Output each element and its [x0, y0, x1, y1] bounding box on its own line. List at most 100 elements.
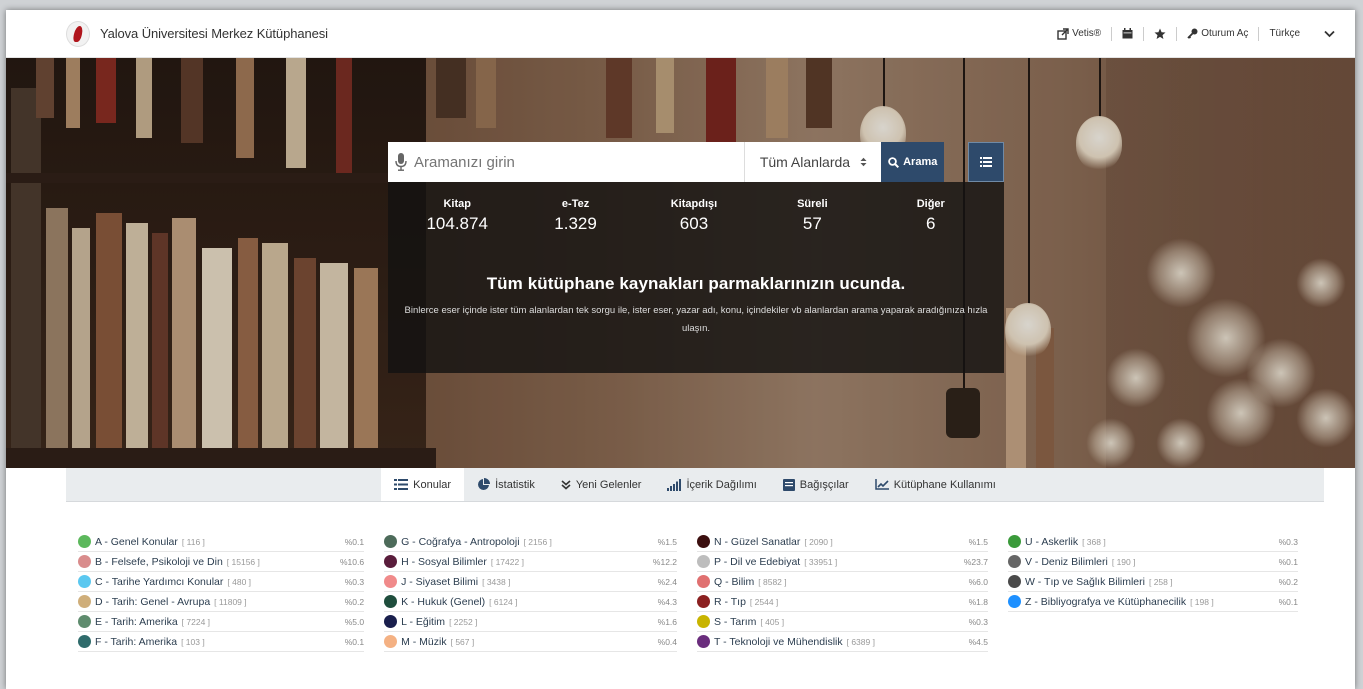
topic-percent: %23.7 [963, 556, 988, 567]
tab-kutuphane-kullanimi[interactable]: Kütüphane Kullanımı [862, 468, 1009, 501]
divider [1111, 26, 1113, 41]
search-scope-select[interactable]: Tüm Alanlarda [744, 142, 881, 182]
topic-row[interactable]: R - Tıp[ 2544 ] %1.8 [697, 592, 988, 612]
stat-value: 1.329 [554, 214, 597, 233]
topic-color-dot [697, 555, 711, 568]
topic-count: [ 198 ] [1190, 596, 1214, 607]
topic-count: [ 11809 ] [214, 596, 247, 607]
topic-row[interactable]: K - Hukuk (Genel)[ 6124 ] %4.3 [384, 592, 678, 612]
advanced-search-button[interactable] [968, 142, 1004, 182]
stat-value: 603 [679, 214, 709, 233]
topic-color-dot [1007, 575, 1021, 588]
stat-label: Diğer [916, 198, 945, 210]
topic-percent: %0.1 [1278, 596, 1298, 607]
tab-istatistik[interactable]: İstatistik [464, 468, 548, 501]
topic-percent: %0.2 [344, 596, 365, 607]
topic-row[interactable]: H - Sosyal Bilimler[ 17422 ] %12.2 [384, 552, 678, 572]
menu-toggle-button[interactable] [1324, 30, 1335, 38]
topic-color-dot [697, 575, 711, 588]
topic-row[interactable]: N - Güzel Sanatlar[ 2090 ] %1.5 [697, 532, 988, 552]
stat-kitap[interactable]: Kitap 104.874 [417, 198, 497, 234]
university-logo[interactable] [66, 20, 90, 47]
calendar-button[interactable] [1122, 28, 1133, 39]
search-button[interactable]: Arama [881, 142, 945, 182]
topic-color-dot [697, 615, 711, 628]
site-title[interactable]: Yalova Üniversitesi Merkez Kütüphanesi [100, 26, 328, 41]
stat-etez[interactable]: e-Tez 1.329 [536, 198, 616, 234]
topic-count: [ 2156 ] [523, 536, 552, 547]
topic-row[interactable]: W - Tıp ve Sağlık Bilimleri[ 258 ] %0.2 [1007, 572, 1298, 592]
topic-row[interactable]: D - Tarih: Genel - Avrupa[ 11809 ] %0.2 [78, 592, 365, 612]
microphone-icon [395, 153, 407, 171]
topic-color-dot [1007, 595, 1021, 608]
topic-name: Q - Bilim [714, 575, 755, 588]
pie-chart-icon [478, 478, 491, 490]
top-right-menu: Vetis® Oturum Aç Türkçe [1057, 26, 1335, 41]
topic-count: [ 103 ] [181, 636, 205, 647]
topic-row[interactable]: U - Askerlik[ 368 ] %0.3 [1007, 532, 1298, 552]
stat-value: 57 [802, 214, 822, 233]
topic-count: [ 480 ] [227, 576, 252, 587]
topic-row[interactable]: T - Teknoloji ve Mühendislik[ 6389 ] %4.5 [697, 632, 988, 652]
topic-name: U - Askerlik [1024, 535, 1079, 548]
topic-count: [ 15156 ] [226, 556, 260, 567]
language-select[interactable]: Türkçe [1269, 28, 1300, 39]
topic-name: G - Coğrafya - Antropoloji [401, 535, 520, 548]
topics-column: G - Coğrafya - Antropoloji[ 2156 ] %1.5 H… [384, 532, 697, 652]
stat-sureli[interactable]: Süreli 57 [772, 198, 852, 234]
topic-row[interactable]: A - Genel Konular[ 116 ] %0.1 [78, 532, 365, 552]
topic-name: N - Güzel Sanatlar [714, 535, 801, 548]
login-link[interactable]: Oturum Aç [1187, 28, 1248, 39]
topic-count: [ 258 ] [1148, 576, 1173, 587]
topic-count: [ 17422 ] [490, 556, 524, 567]
topic-row[interactable]: E - Tarih: Amerika[ 7224 ] %5.0 [78, 612, 365, 632]
stat-kitapdisi[interactable]: Kitapdışı 603 [654, 198, 734, 234]
topic-color-dot [384, 595, 398, 608]
tab-konular[interactable]: Konular [381, 468, 465, 501]
stat-label: Süreli [797, 198, 828, 210]
topic-color-dot [697, 595, 711, 608]
topic-row[interactable]: M - Müzik[ 567 ] %0.4 [384, 632, 678, 652]
stat-label: Kitap [443, 198, 471, 210]
divider [1258, 26, 1260, 41]
topic-row[interactable]: V - Deniz Bilimleri[ 190 ] %0.1 [1007, 552, 1298, 572]
topic-row[interactable]: L - Eğitim[ 2252 ] %1.6 [384, 612, 678, 632]
tab-yeni-gelenler[interactable]: Yeni Gelenler [548, 468, 655, 501]
topic-name: S - Tarım [714, 615, 757, 628]
topic-percent: %5.0 [344, 616, 365, 627]
description: Binlerce eser içinde ister tüm alanlarda… [404, 305, 988, 334]
stat-value: 6 [926, 214, 936, 233]
tab-bagiscilar[interactable]: Bağışçılar [770, 468, 862, 501]
topic-count: [ 405 ] [760, 616, 785, 627]
book-icon [782, 478, 795, 491]
topic-count: [ 8582 ] [758, 576, 787, 587]
topic-row[interactable]: Z - Bibliyografya ve Kütüphanecilik[ 198… [1007, 592, 1298, 612]
tab-label: Konular [413, 478, 452, 491]
topic-count: [ 7224 ] [181, 616, 211, 627]
list-icon [394, 479, 409, 490]
topic-row[interactable]: B - Felsefe, Psikoloji ve Din[ 15156 ] %1… [78, 552, 365, 572]
voice-search-button[interactable] [390, 153, 412, 171]
topic-percent: %12.2 [652, 556, 678, 567]
topic-color-dot [697, 535, 711, 548]
topic-row[interactable]: P - Dil ve Edebiyat[ 33951 ] %23.7 [697, 552, 988, 572]
line-chart-icon [874, 479, 889, 490]
topic-name: W - Tıp ve Sağlık Bilimleri [1024, 575, 1145, 588]
topic-row[interactable]: J - Siyaset Bilimi[ 3438 ] %2.4 [384, 572, 678, 592]
tab-icerik-dagilimi[interactable]: İçerik Dağılımı [654, 468, 769, 501]
search-input[interactable] [412, 142, 745, 182]
topic-row[interactable]: F - Tarih: Amerika[ 103 ] %0.1 [78, 632, 365, 652]
topic-row[interactable]: Q - Bilim[ 8582 ] %6.0 [697, 572, 988, 592]
search-button-label: Arama [903, 156, 938, 168]
favorites-button[interactable] [1154, 28, 1166, 40]
topic-percent: %0.4 [657, 636, 678, 647]
vetis-link[interactable]: Vetis® [1057, 27, 1102, 40]
stats-panel: Kitap 104.874 e-Tez 1.329 Kitapdışı 603 Sür… [388, 182, 1004, 373]
stat-diger[interactable]: Diğer 6 [891, 198, 971, 234]
vetis-label: Vetis® [1072, 28, 1102, 39]
topic-color-dot [384, 555, 398, 568]
topic-row[interactable]: C - Tarihe Yardımcı Konular[ 480 ] %0.3 [78, 572, 365, 592]
topic-row[interactable]: S - Tarım[ 405 ] %0.3 [697, 612, 988, 632]
topic-row[interactable]: G - Coğrafya - Antropoloji[ 2156 ] %1.5 [384, 532, 678, 552]
topic-name: Z - Bibliyografya ve Kütüphanecilik [1024, 595, 1187, 608]
